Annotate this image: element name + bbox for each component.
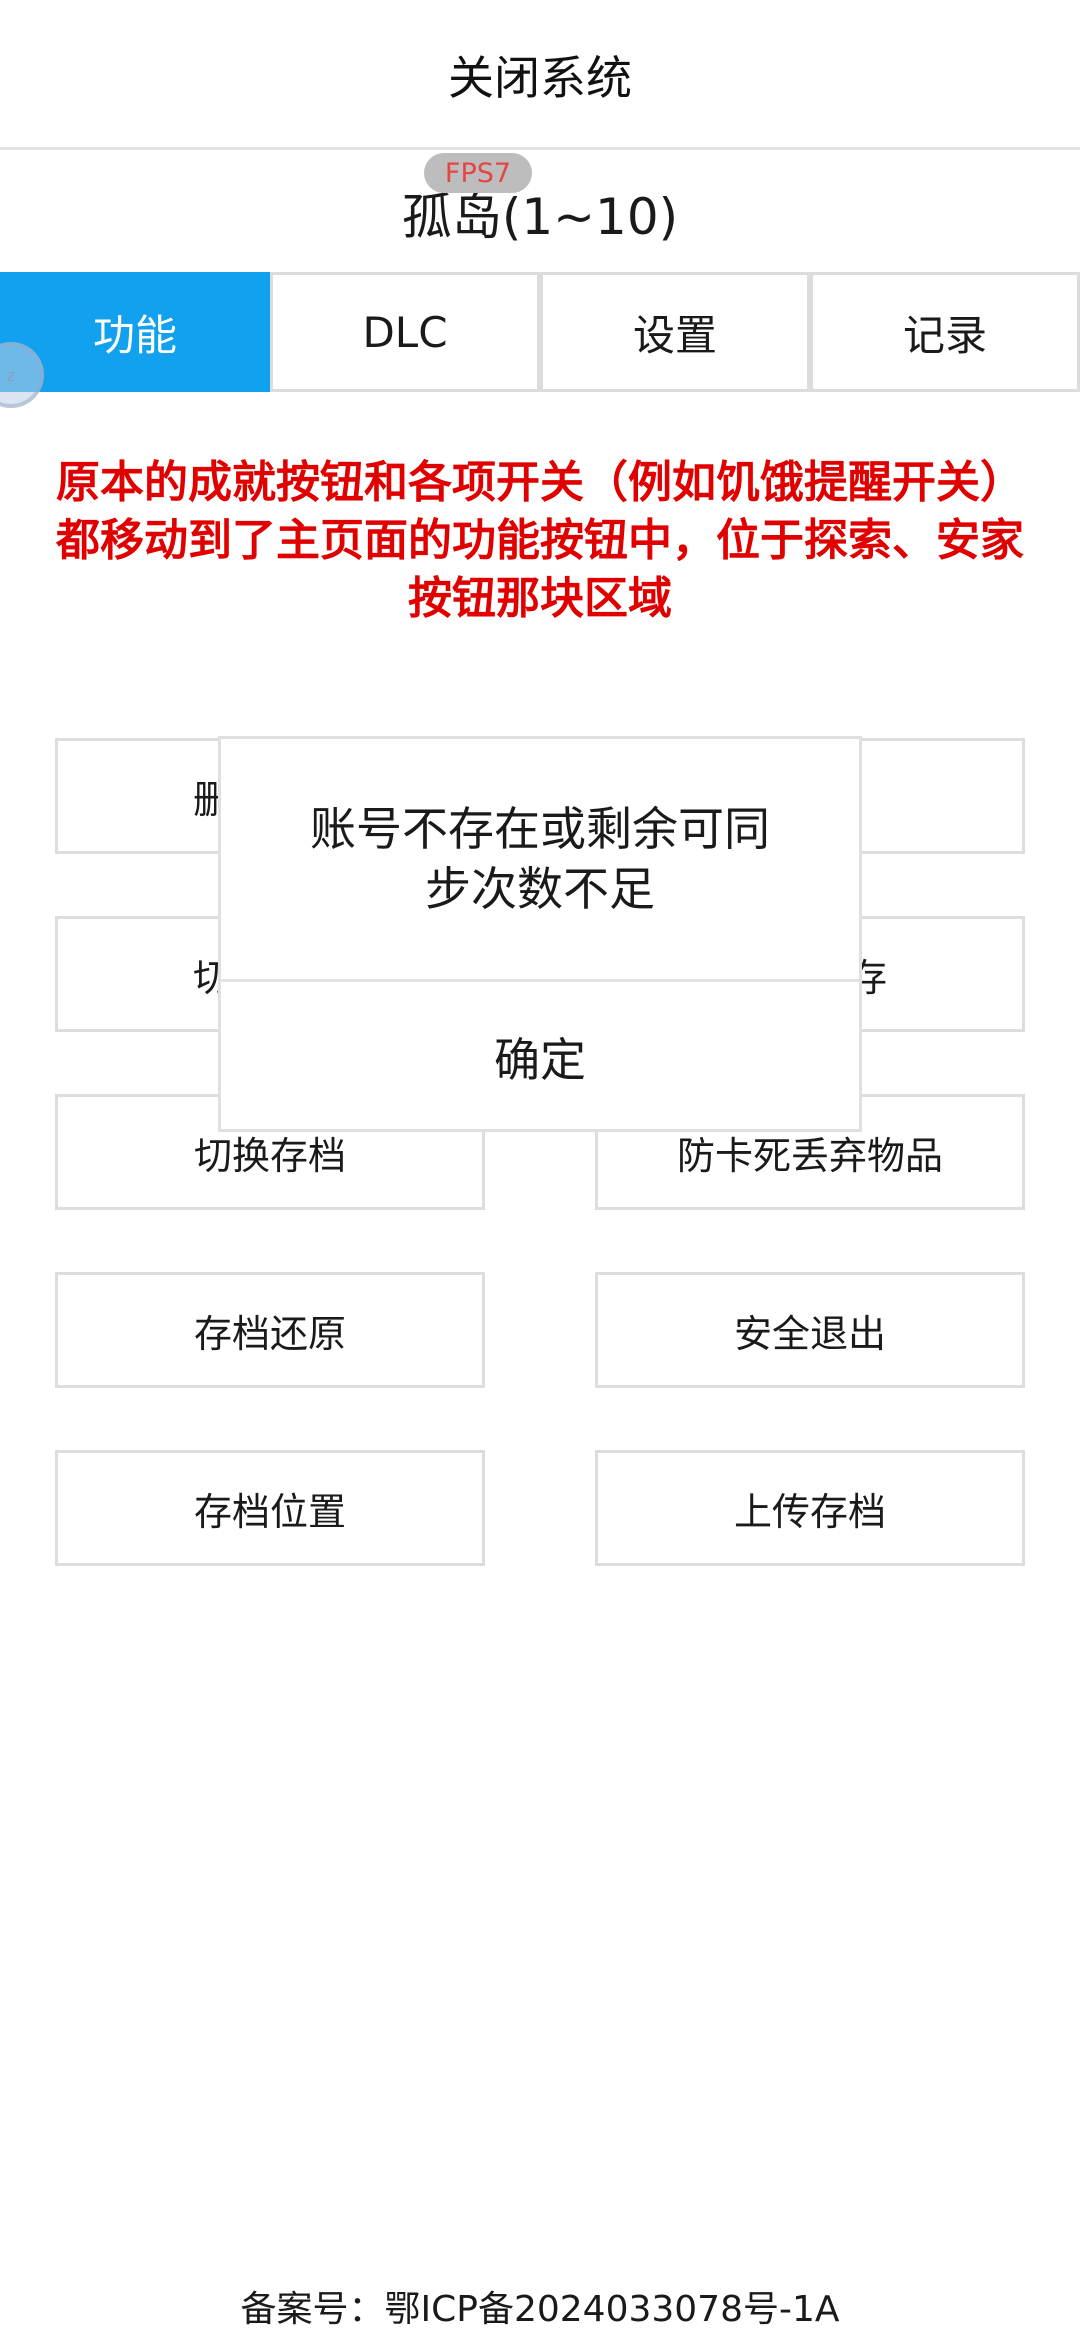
icp-footer: 备案号：鄂ICP备2024033078号-1A bbox=[240, 2289, 840, 2330]
notice-line: 原本的成就按钮和各项开关（例如饥饿提醒开关） bbox=[56, 457, 1024, 508]
button-label: 存档位置 bbox=[193, 1489, 346, 1534]
button-label: 安全退出 bbox=[733, 1311, 886, 1356]
dialog-confirm-label: 确定 bbox=[494, 1033, 586, 1087]
notice-text: 原本的成就按钮和各项开关（例如饥饿提醒开关） 都移动到了主页面的功能按钮中，位于… bbox=[8, 454, 1072, 628]
dialog-confirm-button[interactable]: 确定 bbox=[221, 982, 859, 1132]
safe-exit-button[interactable]: 安全退出 bbox=[595, 1272, 1025, 1388]
dialog-message: 账号不存在或剩余可同 步次数不足 bbox=[221, 799, 859, 919]
alert-dialog: 账号不存在或剩余可同 步次数不足 确定 bbox=[218, 736, 862, 1132]
restore-save-button[interactable]: 存档还原 bbox=[55, 1272, 485, 1388]
game-title: 孤岛(1~10) bbox=[401, 188, 679, 246]
tab-settings[interactable]: 设置 bbox=[540, 272, 810, 392]
page: 关闭系统 孤岛(1~10) FPS7 功能 DLC 设置 记录 z 原本的成就按… bbox=[0, 0, 1080, 2340]
button-label: 防卡死丢弃物品 bbox=[676, 1133, 943, 1178]
fps-badge: FPS7 bbox=[424, 153, 532, 193]
notice-line: 都移动到了主页面的功能按钮中，位于探索、安家 bbox=[56, 515, 1024, 566]
tab-bar: 功能 DLC 设置 记录 bbox=[0, 272, 1080, 392]
dialog-message-line: 步次数不足 bbox=[425, 862, 655, 916]
close-system-label: 关闭系统 bbox=[448, 51, 632, 105]
tab-records[interactable]: 记录 bbox=[810, 272, 1080, 392]
floating-ball-text: z bbox=[6, 365, 16, 385]
button-label: 上传存档 bbox=[733, 1489, 886, 1534]
dialog-message-line: 账号不存在或剩余可同 bbox=[310, 802, 770, 856]
button-label: 切换存档 bbox=[193, 1133, 346, 1178]
button-label: 存档还原 bbox=[193, 1311, 346, 1356]
close-system-button[interactable]: 关闭系统 bbox=[0, 0, 1080, 150]
divider bbox=[0, 147, 1080, 150]
notice-line: 按钮那块区域 bbox=[408, 573, 672, 624]
tab-dlc[interactable]: DLC bbox=[270, 272, 540, 392]
save-location-button[interactable]: 存档位置 bbox=[55, 1450, 485, 1566]
upload-save-button[interactable]: 上传存档 bbox=[595, 1450, 1025, 1566]
